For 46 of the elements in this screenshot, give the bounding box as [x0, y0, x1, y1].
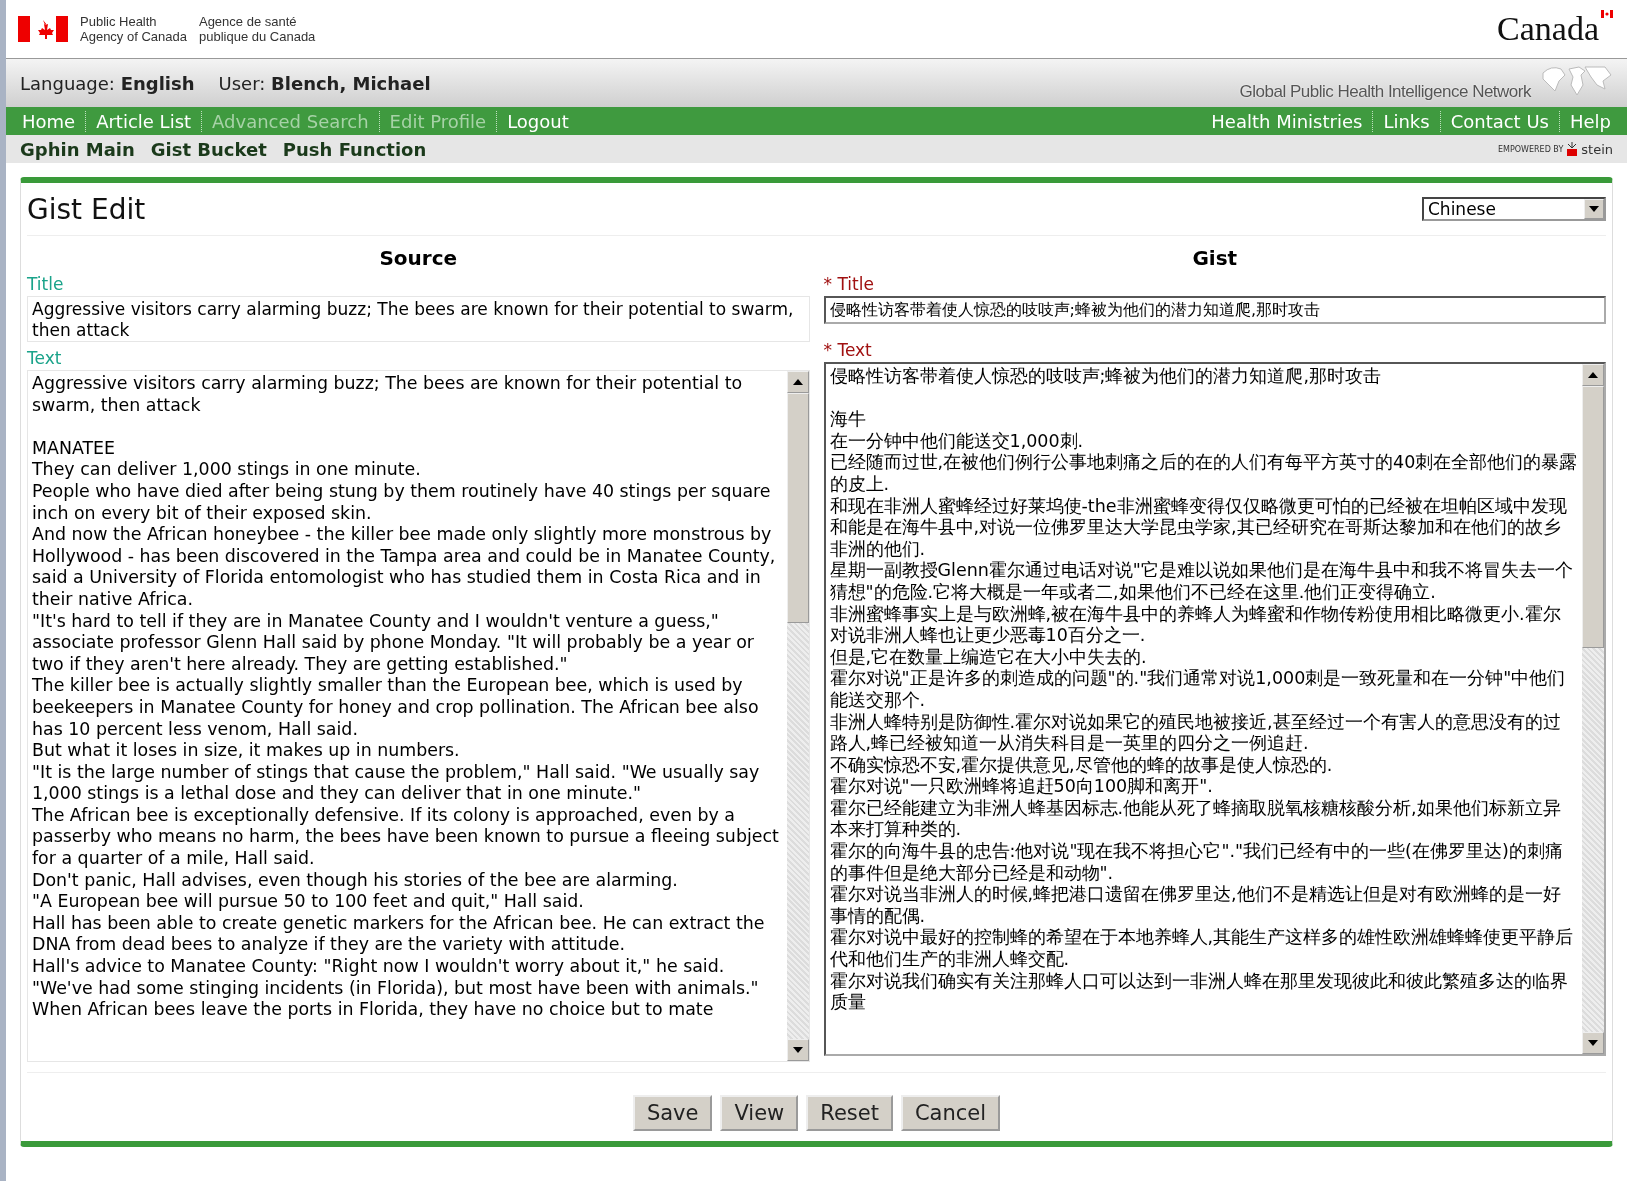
language-select[interactable]: Chinese — [1422, 197, 1606, 221]
form-button[interactable]: View — [720, 1095, 799, 1131]
canada-wordmark: Canada — [1497, 10, 1599, 48]
text-field[interactable]: 侵略性访客带着使人惊恐的吱吱声;蜂被为他们的潜力知道爬,那时攻击 海牛 在一分钟中他们能送交1,000刺. 已经随而过世,在被他们例行公事地刺痛之后的在的人们有每平方英寸的40刺在全部他们的暴露的皮上. 和现在非洲人蜜蜂经过好莱坞使-the非洲蜜蜂变得仅仅略微更可怕的已经被在坦帕区域中发现和能是在海牛县中,对说一位佛罗里达大学昆虫学家,其已经研究在哥斯达黎加和在他们的故乡非洲的他们. 星期一副教授Glenn霍尔通过电话对说"它是难以说如果他们是在海牛县中和我不将冒失去一个猜想"的危险.它将大概是一年或者二,如果他们不已经在这里.他们正变得确立. 非洲蜜蜂事实上是与欧洲蜂,被在海牛县中的养蜂人为蜂蜜和作物传粉使用相比略微更小.霍尔对说非洲人蜂也让更少恶毒10百分之一. 但是,它在数量上编造它在大小中失去的. 霍尔对说"正是许多的刺造成的问题"的."我们通常对说1,000刺是一致死量和在一分钟"中他们能送交那个. 非洲人蜂特别是防御性.霍尔对说如果它的殖民地被接近,甚至经过一个有害人的意思没有的过路人,蜂已经被知道一从消失科目是一英里的四分之一例追赶. 不确实惊恐不安,霍尔提供意见,尽管他的蜂的故事是使人惊恐的. 霍尔对说"一只欧洲蜂将追赶50向100脚和离开". 霍尔已经能建立为非洲人蜂基因标志.他能从死了蜂摘取脱氧核糖核酸分析,如果他们标新立异本来打算种类的. 霍尔的向海牛县的忠告:他对说"现在我不将担心它"."我们已经有中的一些(在佛罗里达)的刺痛的事件但是绝大部分已经是和动物". 霍尔对说当非洲人的时候,蜂把港口遗留在佛罗里达,他们不是精选让但是对有欧洲蜂的是一好事情的配偶. 霍尔对说中最好的控制蜂的希望在于本地养蜂人,其能生产这样多的雄性欧洲雄蜂蜂使更平静后代和他们生产的非洲人蜂交配. 霍尔对说我们确实有关注那蜂人口可以达到一非洲人蜂在那里发现彼此和彼此繁殖多达的临界质量 — [823, 362, 1606, 1056]
agency-name: Agence de santé publique du Canada — [198, 14, 316, 44]
sub-nav-link[interactable]: Gphin Main — [20, 138, 135, 160]
nav-link[interactable]: Logout — [496, 110, 579, 132]
nav-link[interactable]: Article List — [85, 110, 202, 132]
sub-nav-link[interactable]: Gist Bucket — [150, 138, 267, 160]
agency-name: Public Health Agency of Canada — [80, 14, 187, 44]
field-label: * Title — [823, 274, 875, 294]
form-button[interactable]: Save — [632, 1095, 713, 1131]
powered-by-label: EMPOWERED BY — [1497, 144, 1564, 154]
page-title: Gist Edit — [27, 192, 146, 226]
flag-icon — [18, 16, 68, 42]
source-title: Aggressive visitors carry alarming buzz; The bees are known for their potential to swarm, then attack — [27, 296, 810, 342]
column-heading: Gist — [1191, 246, 1239, 270]
form-button[interactable]: Cancel — [900, 1095, 1001, 1131]
logo-icon — [1566, 142, 1579, 156]
scrollbar[interactable] — [1582, 364, 1604, 1054]
nav-link[interactable]: Contact Us — [1439, 110, 1559, 132]
form-button[interactable]: Reset — [806, 1095, 893, 1131]
scroll-thumb[interactable] — [1582, 386, 1604, 648]
sub-nav-link[interactable]: Push Function — [282, 138, 427, 160]
scroll-down-icon[interactable] — [792, 1047, 803, 1053]
title-field[interactable]: 侵略性访客带着使人惊恐的吱吱声;蜂被为他们的潜力知道爬,那时攻击 — [823, 296, 1606, 324]
column-heading: Source — [378, 246, 459, 270]
language-info: Language: English — [20, 72, 195, 94]
flag-icon — [1601, 10, 1613, 18]
scroll-up-icon[interactable] — [1588, 372, 1598, 378]
nav-link[interactable]: Health Ministries — [1201, 110, 1373, 132]
field-label: * Text — [823, 340, 873, 360]
field-label: Title — [27, 274, 65, 294]
scroll-up-icon[interactable] — [792, 379, 803, 385]
scroll-thumb[interactable] — [786, 393, 809, 623]
text-field[interactable]: Aggressive visitors carry alarming buzz; The bees are known for their potential to swarm, then attack MANATEE They can deliver 1,000 stings in one minute. People who have died after being stung by them routinely have 40 stings per square inch on every bit of their exposed skin. And now the African honeybee - the killer bee made only slightly more monstrous by Hollywood - has been discovered in the Tampa area and could be in Manatee County, said a University of Florida entomologist who has studied them in Costa Rica and in their native Africa. "It's hard to tell if they are in Manatee County and I wouldn't venture a guess," associate professor Glenn Hall said by phone Monday. "It will probably be a year or two if they aren't here already. They are getting established." The killer bee is actually slightly smaller than the European bee, which is used by beekeepers in Manatee County for honey and crop pollination. The African bee also has 10 percent less venom, Hall said. But what it loses in size, it makes up in numbers. "It is the large number of stings that cause the problem," Hall said. "We usually say 1,000 stings is a lethal dose and they can deliver that in one minute." The African bee is exceptionally defensive. If its colony is approached, even by a passerby who means no harm, the bees have been known to pursue a fleeing subject for a quarter of a mile, Hall said. Don't panic, Hall advises, even though his stories of the bee are alarming. "A European bee will pursue 50 to 100 feet and quit," Hall said. Hall has been able to create genetic markers for the African bee. He can extract the DNA from dead bees to analyze if they are the variety with attitude. Hall's advice to Manatee County: "Right now I wouldn't worry about it," he said. "We've had some stinging incidents (in Florida), but most have been with animals." When African bees leave the ports in Florida, they have no choice but to mate — [27, 370, 810, 1062]
user-info: User: Blench, Michael — [218, 72, 431, 94]
scroll-down-icon[interactable] — [1589, 206, 1599, 212]
field-label: Text — [27, 348, 63, 368]
scrollbar[interactable] — [786, 371, 809, 1061]
brand-name: stein — [1581, 141, 1613, 157]
network-name: Global Public Health Intelligence Network — [1239, 82, 1531, 102]
scroll-down-icon[interactable] — [1588, 1040, 1598, 1046]
nav-link[interactable]: Links — [1372, 110, 1440, 132]
nav-link[interactable]: Home — [12, 110, 86, 132]
nav-link[interactable]: Help — [1558, 110, 1621, 132]
